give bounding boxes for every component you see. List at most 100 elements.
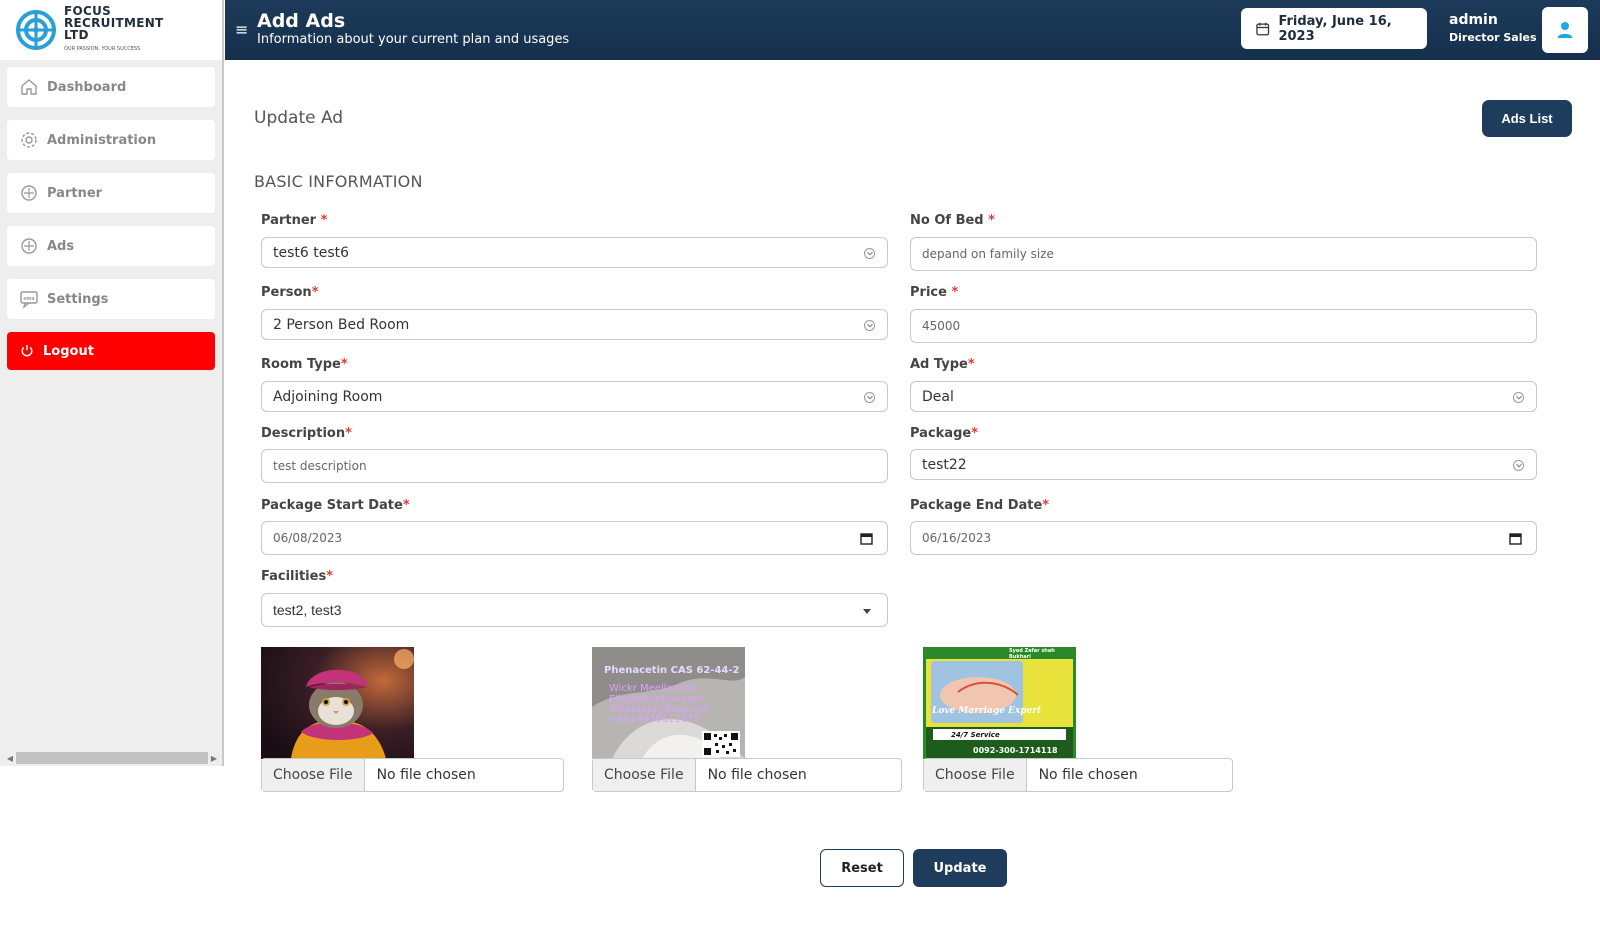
no-of-bed-input[interactable]: depand on family size xyxy=(910,237,1537,271)
sidebar-item-partner[interactable]: Partner xyxy=(7,173,215,213)
main-content: Update Ad Ads List BASIC INFORMATION Par… xyxy=(225,60,1600,951)
section-title: BASIC INFORMATION xyxy=(254,172,423,191)
gear-icon xyxy=(21,132,37,148)
file-input-2[interactable]: Choose File No file chosen xyxy=(592,758,902,792)
scroll-right-icon[interactable]: ▶ xyxy=(208,754,220,763)
cat-image xyxy=(261,647,414,759)
powder-overlay-line-5: +8619930611675 xyxy=(609,714,701,725)
user-role: Director Sales xyxy=(1449,31,1537,44)
sidebar-item-label: Dashboard xyxy=(47,79,127,95)
svg-text:sms: sms xyxy=(23,296,34,302)
price-input[interactable]: 45000 xyxy=(910,309,1537,343)
sidebar-item-label: Administration xyxy=(47,132,157,148)
file-status: No file chosen xyxy=(376,767,476,783)
chevron-down-icon xyxy=(864,248,875,259)
brand-text: FOCUS RECRUITMENT LTD OUR PASSION, YOUR … xyxy=(64,5,164,55)
package-start-date-value: 06/08/2023 xyxy=(273,531,343,545)
user-name: admin xyxy=(1449,12,1498,28)
package-value: test22 xyxy=(922,456,967,473)
ad-type-select[interactable]: Deal xyxy=(910,381,1537,412)
partner-icon xyxy=(21,185,37,201)
powder-overlay-line-2: Wickr Meellazebo xyxy=(609,683,697,694)
brand-tagline: OUR PASSION, YOUR SUCCESS xyxy=(64,46,141,52)
power-icon xyxy=(21,345,33,357)
sidebar-scrollbar[interactable]: ◀ ▶ xyxy=(4,752,220,764)
chevron-down-icon xyxy=(864,320,875,331)
chevron-down-icon xyxy=(864,392,875,403)
ads-icon xyxy=(21,238,37,254)
logout-button[interactable]: Logout xyxy=(7,332,215,370)
top-header: ≡ Add Ads Information about your current… xyxy=(225,0,1600,60)
package-end-date-input[interactable]: 06/16/2023 xyxy=(910,521,1537,555)
reset-button[interactable]: Reset xyxy=(820,849,904,887)
calendar-picker-icon[interactable] xyxy=(1509,532,1522,545)
user-info[interactable]: admin Director Sales xyxy=(1449,12,1537,44)
facilities-value: test2, test3 xyxy=(273,602,342,618)
description-value: test description xyxy=(273,459,367,473)
price-value: 45000 xyxy=(922,319,961,333)
person-select[interactable]: 2 Person Bed Room xyxy=(261,309,888,340)
person-value: 2 Person Bed Room xyxy=(273,316,410,333)
file-input-1[interactable]: Choose File No file chosen xyxy=(261,758,564,792)
hamburger-menu-icon[interactable]: ≡ xyxy=(235,22,248,38)
sidebar-item-administration[interactable]: Administration xyxy=(7,120,215,160)
page-title: Update Ad xyxy=(254,108,344,128)
package-end-date-label: Package End Date* xyxy=(910,498,1050,513)
marriage-overlay-line-1: Love Marriage Expert xyxy=(932,706,1042,716)
sidebar-item-ads[interactable]: Ads xyxy=(7,226,215,266)
chevron-down-icon xyxy=(1513,392,1524,403)
room-type-value: Adjoining Room xyxy=(273,388,383,405)
powder-overlay-line-1: Phenacetin CAS 62-44-2 xyxy=(604,665,740,676)
description-label: Description* xyxy=(261,426,352,441)
sidebar-item-dashboard[interactable]: Dashboard xyxy=(7,67,215,107)
scrollbar-thumb[interactable] xyxy=(16,752,208,764)
user-icon xyxy=(1557,22,1573,38)
package-start-date-input[interactable]: 06/08/2023 xyxy=(261,521,888,555)
marriage-overlay-line-2: 24/7 Service xyxy=(951,731,1000,739)
package-select[interactable]: test22 xyxy=(910,449,1537,480)
crosshair-logo-icon xyxy=(16,10,56,50)
partner-select[interactable]: test6 test6 xyxy=(261,237,888,268)
date-display: Friday, June 16, 2023 xyxy=(1241,8,1427,49)
person-label: Person* xyxy=(261,285,319,300)
header-subtitle: Information about your current plan and … xyxy=(257,32,570,47)
scroll-left-icon[interactable]: ◀ xyxy=(4,754,16,763)
choose-file-button[interactable]: Choose File xyxy=(262,759,365,791)
marriage-image: Love Marriage Expert 24/7 Service 0092-3… xyxy=(923,647,1076,759)
marriage-overlay-line-3: 0092-300-1714118 xyxy=(973,746,1058,755)
chevron-down-icon xyxy=(1513,460,1524,471)
sidebar-item-label: Ads xyxy=(47,238,75,254)
sms-icon: sms xyxy=(20,291,38,309)
update-button[interactable]: Update xyxy=(913,849,1007,887)
file-input-3[interactable]: Choose File No file chosen xyxy=(923,758,1233,792)
brand-name-3: LTD xyxy=(64,28,89,42)
ad-type-value: Deal xyxy=(922,388,954,405)
package-start-date-label: Package Start Date* xyxy=(261,498,410,513)
facilities-select[interactable]: test2, test3 xyxy=(261,593,888,627)
header-title: Add Ads xyxy=(257,10,346,32)
sidebar-item-settings[interactable]: sms Settings xyxy=(7,279,215,319)
partner-label: Partner * xyxy=(261,213,328,228)
no-of-bed-label: No Of Bed * xyxy=(910,213,995,228)
sidebar-item-label: Partner xyxy=(47,185,103,201)
marriage-overlay-line-4: Syed Zafar shah Bukhari xyxy=(1009,648,1055,660)
ads-list-button[interactable]: Ads List xyxy=(1482,100,1572,137)
logout-label: Logout xyxy=(43,343,94,359)
room-type-select[interactable]: Adjoining Room xyxy=(261,381,888,412)
avatar[interactable] xyxy=(1542,7,1588,53)
dropdown-arrow-icon xyxy=(863,609,871,614)
sidebar: FOCUS RECRUITMENT LTD OUR PASSION, YOUR … xyxy=(0,0,224,766)
brand-logo[interactable]: FOCUS RECRUITMENT LTD OUR PASSION, YOUR … xyxy=(0,0,222,60)
sidebar-item-label: Settings xyxy=(47,291,109,307)
home-icon xyxy=(21,79,37,95)
package-label: Package* xyxy=(910,426,979,441)
choose-file-button[interactable]: Choose File xyxy=(593,759,696,791)
sidebar-nav: Dashboard Administration Partner Ads sms… xyxy=(0,60,222,370)
choose-file-button[interactable]: Choose File xyxy=(924,759,1027,791)
file-status: No file chosen xyxy=(707,767,807,783)
price-label: Price * xyxy=(910,285,959,300)
calendar-icon xyxy=(1256,22,1270,35)
calendar-picker-icon[interactable] xyxy=(860,532,873,545)
ad-type-label: Ad Type* xyxy=(910,357,975,372)
description-input[interactable]: test description xyxy=(261,449,888,483)
